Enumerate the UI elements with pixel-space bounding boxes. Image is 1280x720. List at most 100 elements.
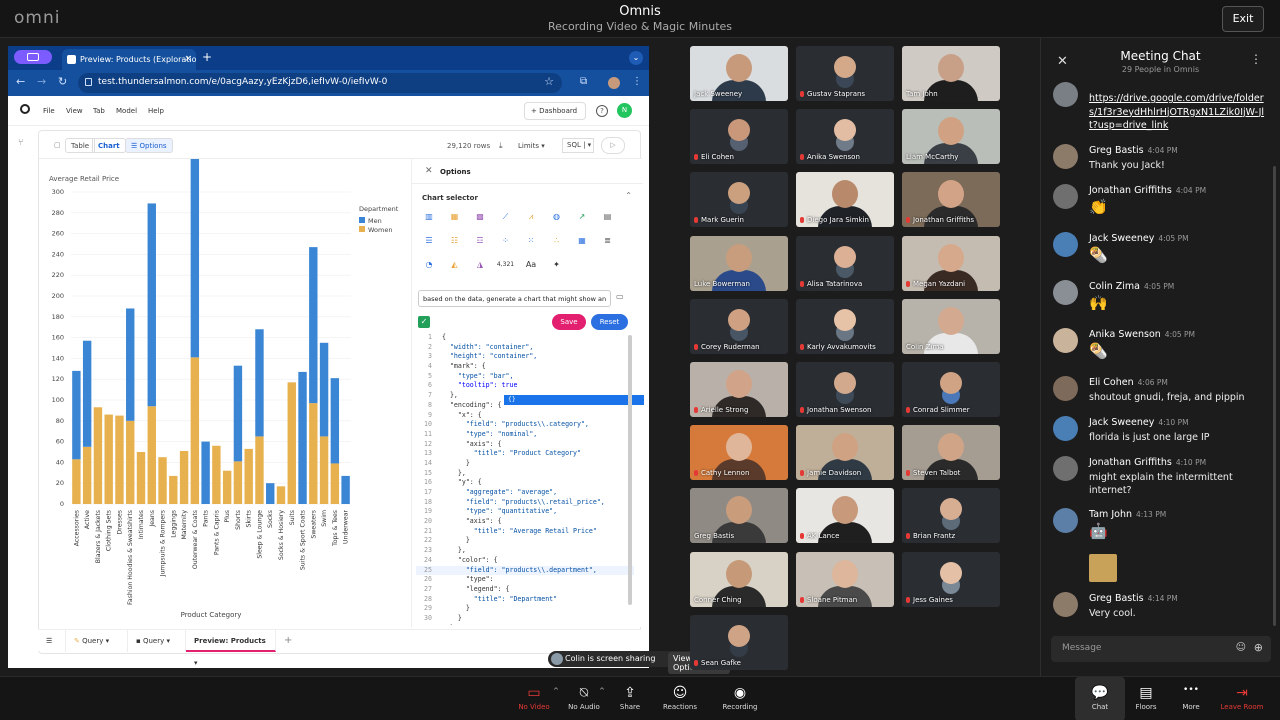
exit-button[interactable]: Exit	[1222, 6, 1264, 32]
run-query-button[interactable]: ▷	[601, 137, 625, 154]
participant-tile[interactable]: Mark Guerin	[690, 172, 788, 228]
sql-button[interactable]: SQL | ▾	[562, 138, 594, 153]
participant-tile[interactable]: Tam John	[902, 46, 1000, 101]
tab-list-icon[interactable]: ☰	[38, 630, 66, 652]
site-info-icon[interactable]	[85, 78, 92, 86]
participant-tile[interactable]: Jamie Davidson	[796, 425, 894, 481]
participant-tile[interactable]: Eli Cohen	[690, 109, 788, 165]
number-trend-icon[interactable]: ↗	[573, 209, 591, 225]
map-icon[interactable]: ◍	[548, 209, 566, 225]
extensions-icon[interactable]: ⧉	[580, 76, 587, 87]
bubble-icon[interactable]: ⁙	[522, 233, 540, 249]
participant-tile[interactable]: Liam McCarthy	[902, 109, 1000, 165]
participant-tile[interactable]: Sloane Pitman	[796, 551, 894, 607]
chat-more-icon[interactable]: ⋮	[1250, 52, 1262, 66]
menu-help[interactable]: Help	[148, 107, 164, 115]
ai-prompt-input[interactable]: based on the data, generate a chart that…	[418, 290, 611, 307]
menu-file[interactable]: File	[43, 107, 55, 115]
text-icon[interactable]: Aa	[522, 257, 540, 273]
reset-button[interactable]: Reset	[591, 314, 628, 330]
heatmap-icon[interactable]: ▦	[573, 233, 591, 249]
area-chart-icon[interactable]: ◭	[446, 257, 464, 273]
scatter-icon[interactable]: ⁘	[497, 233, 515, 249]
participant-tile[interactable]: Karly Avvakumovits	[796, 298, 894, 354]
browser-menu-icon[interactable]: ⋮	[632, 76, 642, 87]
share-button[interactable]: ⇪ Share	[605, 677, 655, 720]
reactions-button[interactable]: ☺ Reactions	[655, 677, 705, 720]
close-tab-icon[interactable]: ×	[184, 54, 192, 64]
device-menu-chevron-icon[interactable]: ^	[553, 687, 559, 695]
omni-logo-icon[interactable]	[20, 104, 30, 114]
menu-model[interactable]: Model	[116, 107, 137, 115]
sidebar-toggle-icon[interactable]: ▢	[49, 138, 66, 153]
point-icon[interactable]: ∴	[548, 233, 566, 249]
save-button[interactable]: Save	[552, 314, 586, 330]
vega-spec-editor[interactable]: 1{2 "width": "container", 3 "height": "co…	[416, 333, 634, 625]
chat-message-input[interactable]: Message ☺ ⊕	[1051, 636, 1271, 662]
address-bar[interactable]: test.thundersalmon.com/e/0acgAazy,yEzKjz…	[78, 73, 562, 93]
table-icon[interactable]: ▤	[599, 209, 617, 225]
recording-button[interactable]: ◉ Recording	[715, 677, 765, 720]
chat-link[interactable]: https://drive.google.com/drive/folders/1…	[1089, 92, 1265, 133]
workbook-tab-query-2[interactable]: ▪ Query ▾	[128, 630, 186, 652]
participant-tile[interactable]: Sean Gafke	[690, 614, 788, 670]
participant-tile[interactable]: Anika Swenson	[796, 109, 894, 165]
hbar-icon[interactable]: ☰	[420, 233, 438, 249]
tab-search-icon[interactable]: ⌄	[629, 51, 643, 65]
participant-tile[interactable]: Arielle Strong	[690, 362, 788, 417]
line-chart-icon[interactable]: ⟋	[497, 209, 515, 225]
branch-icon[interactable]: ⑂	[18, 138, 23, 148]
list-icon[interactable]: ≣	[599, 233, 617, 249]
dashboard-button[interactable]: + Dashboard	[524, 102, 586, 120]
options-tab[interactable]: ☰ Options	[125, 138, 173, 153]
autocomplete-suggestion[interactable]: {}	[504, 395, 644, 405]
grouped-bar-icon[interactable]: ▩	[471, 209, 489, 225]
user-avatar[interactable]: N	[617, 103, 632, 118]
participant-tile[interactable]: Brian Frantz	[902, 488, 1000, 544]
participant-tile[interactable]: AK Lance	[796, 488, 894, 544]
participant-tile[interactable]: Jess Gaines	[902, 551, 1000, 607]
participant-tile[interactable]: Megan Yazdani	[902, 235, 1000, 291]
bar-chart-icon[interactable]: ▥	[420, 209, 438, 225]
participant-tile[interactable]: Jonathan Swenson	[796, 362, 894, 417]
leave-room-button[interactable]: ⇥ Leave Room	[1217, 677, 1267, 720]
no-audio-button[interactable]: ⍉ No Audio	[559, 677, 609, 720]
stacked-bar-icon[interactable]: ▦	[446, 209, 464, 225]
more-button[interactable]: ••• More	[1166, 677, 1216, 720]
table-tab[interactable]: Table	[65, 138, 96, 153]
pie-chart-icon[interactable]: ◔	[420, 257, 438, 273]
back-icon[interactable]: ←	[16, 75, 25, 88]
tab-group-chip[interactable]	[14, 50, 52, 64]
single-value-icon[interactable]: 4,321	[497, 257, 515, 273]
add-attachment-icon[interactable]: ⊕	[1254, 641, 1263, 654]
emoji-icon[interactable]: ☺	[1236, 642, 1246, 653]
hgrouped-bar-icon[interactable]: ☲	[471, 233, 489, 249]
forward-icon[interactable]: →	[37, 75, 46, 88]
stacked-area-icon[interactable]: ◮	[471, 257, 489, 273]
chat-scrollbar[interactable]	[1273, 166, 1276, 626]
workbook-tab-query-1[interactable]: ✎ Query ▾	[66, 630, 128, 652]
workbook-tab-preview[interactable]: Preview: Products ▾	[186, 630, 276, 667]
chat-button[interactable]: 💬 Chat	[1075, 677, 1125, 720]
participant-tile[interactable]: Alisa Tatarinova	[796, 235, 894, 291]
menu-view[interactable]: View	[66, 107, 83, 115]
participant-tile[interactable]: Luke Bowerman	[690, 235, 788, 291]
help-icon[interactable]: ?	[596, 105, 608, 117]
no-video-button[interactable]: ▭ No Video	[509, 677, 559, 720]
editor-scrollbar[interactable]	[628, 335, 632, 605]
chat-bubble-icon[interactable]: ▭	[616, 292, 624, 301]
download-icon[interactable]: ⤓	[499, 141, 503, 151]
device-menu-chevron-icon[interactable]: ^	[599, 687, 605, 695]
participant-tile[interactable]: Corey Ruderman	[690, 298, 788, 354]
chart-tab[interactable]: Chart	[92, 138, 126, 153]
participant-tile[interactable]: Greg Bastis	[690, 488, 788, 544]
ai-sparkle-icon[interactable]: ✦	[548, 257, 566, 273]
participant-tile[interactable]: Jack Sweeney	[690, 46, 788, 101]
participant-tile[interactable]: Conner Ching	[690, 551, 788, 607]
bookmark-star-icon[interactable]: ☆	[544, 75, 554, 88]
new-tab-icon[interactable]: +	[202, 50, 212, 64]
participant-tile[interactable]: Gustav Staprans	[796, 46, 894, 101]
floors-button[interactable]: ▤ Floors	[1121, 677, 1171, 720]
participant-tile[interactable]: Colin Zima	[902, 298, 1000, 354]
participant-tile[interactable]: Conrad Slimmer	[902, 362, 1000, 417]
